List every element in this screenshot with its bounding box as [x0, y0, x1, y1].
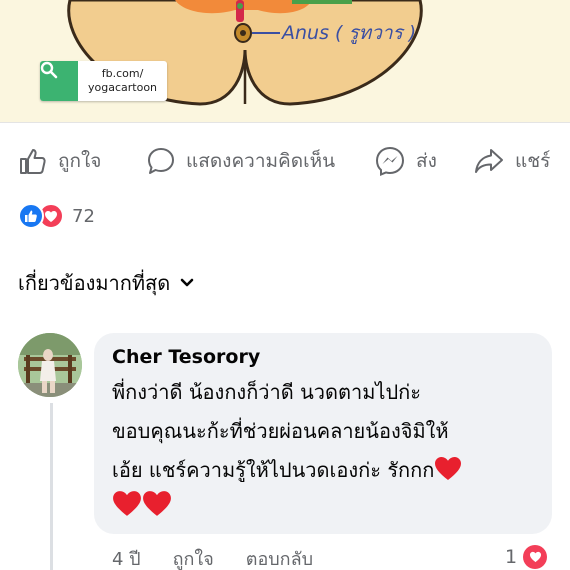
- watermark-line2: yogacartoon: [88, 81, 158, 94]
- comment-bubble: Cher Tesorory พี่กงว่าดี น้องกงก็ว่าดี น…: [94, 333, 552, 534]
- comment-label: แสดงความคิดเห็น: [186, 150, 336, 172]
- comment-sort-dropdown[interactable]: เกี่ยวข้องมากที่สุด: [18, 266, 194, 300]
- comment-text-line: [112, 490, 534, 530]
- comment-text-line: ขอบคุณนะก้ะที่ช่วยผ่อนคลายน้องจิมิให้: [112, 419, 449, 443]
- comment-like-count: 1: [505, 546, 518, 568]
- heart-emoji-icon: [112, 491, 142, 522]
- reply-thread-line: [50, 403, 53, 570]
- comment-text-line: พี่กงว่าดี น้องกงก็ว่าดี นวดตามไปก่ะ: [112, 380, 422, 404]
- thumbs-up-icon: [20, 149, 46, 174]
- like-label: ถูกใจ: [58, 150, 102, 172]
- comment-text-line: เอ้ย แชร์ความรู้ให้ไปนวดเองก่ะ รักกก: [112, 451, 534, 490]
- share-arrow-icon: [475, 149, 503, 173]
- comment-reaction-count[interactable]: 1: [505, 540, 548, 570]
- like-reaction-icon: [18, 203, 44, 229]
- watermark: fb.com/ yogacartoon: [40, 61, 168, 101]
- share-label: แชร์: [515, 150, 551, 172]
- share-button[interactable]: แชร์: [473, 138, 550, 184]
- comment-author[interactable]: Cher Tesorory: [112, 343, 534, 371]
- comment-reply-button[interactable]: ตอบกลับ: [246, 544, 313, 570]
- avatar[interactable]: [18, 333, 82, 397]
- reactions-summary[interactable]: 72: [18, 202, 95, 230]
- reaction-count: 72: [72, 205, 95, 227]
- love-reaction-icon: [523, 545, 548, 569]
- sort-label: เกี่ยวข้องมากที่สุด: [18, 271, 171, 295]
- heart-emoji-icon: [142, 491, 172, 522]
- chevron-down-icon: [180, 278, 194, 287]
- comment-age: 4 ปี: [112, 548, 141, 570]
- post-action-bar: ถูกใจ แสดงความคิดเห็น ส่ง แชร์: [0, 138, 570, 184]
- comment-bubble-icon: [148, 148, 174, 174]
- send-label: ส่ง: [416, 150, 437, 172]
- comment-meta: 4 ปี ถูกใจ ตอบกลับ: [112, 540, 313, 570]
- comment-text: พี่กงว่าดี น้องกงก็ว่าดี นวดตามไปก่ะ ขอบ…: [112, 373, 534, 530]
- anatomy-label: Anus ( รูทวาร ): [282, 22, 417, 44]
- search-icon: [40, 61, 78, 101]
- heart-emoji-icon: [434, 457, 462, 482]
- post-image[interactable]: Anus ( รูทวาร ) fb.com/ yogacartoon: [0, 0, 570, 123]
- like-button[interactable]: ถูกใจ: [18, 138, 101, 184]
- messenger-icon: [375, 146, 405, 177]
- comment-like-button[interactable]: ถูกใจ: [173, 544, 214, 570]
- send-button[interactable]: ส่ง: [374, 138, 437, 184]
- comment-button[interactable]: แสดงความคิดเห็น: [146, 138, 335, 184]
- watermark-line1: fb.com/: [101, 67, 144, 80]
